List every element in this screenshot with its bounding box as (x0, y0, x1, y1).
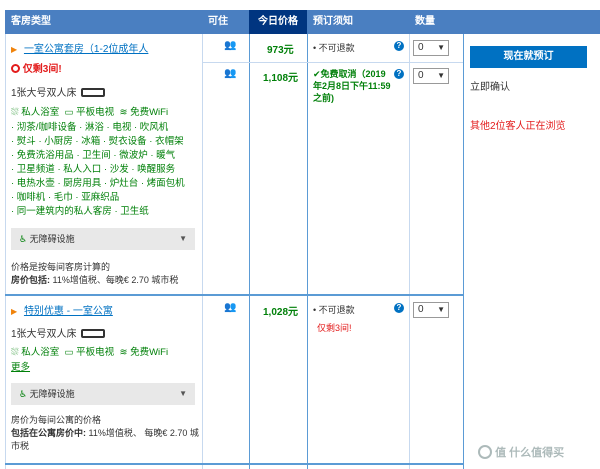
room1-scarcity: 仅剩3间! (11, 60, 62, 75)
help-icon[interactable]: ? (394, 303, 404, 313)
room2-bed: 1张大号双人床 (11, 325, 106, 340)
header-quantity: 数量 (415, 16, 435, 27)
room1-opt1-price: 973元 (267, 45, 294, 56)
room1-title-row[interactable]: ▶ 一室公寓套房（1-2位成年人 (11, 40, 148, 55)
room1-opt2-policy: ✔免费取消（2019年2月8日下午11:59之前) (313, 69, 391, 103)
room1-opt1-policy: • 不可退款 (313, 43, 355, 53)
room2-more-link[interactable]: 更多 (11, 361, 30, 375)
tv-icon: ▭ (64, 107, 74, 118)
header-right-blank (463, 10, 600, 34)
help-icon[interactable]: ? (394, 69, 404, 79)
wheelchair-icon: ♿ (19, 234, 28, 244)
viewing-notice: 其他2位客人正在浏览 (470, 121, 566, 132)
room1-bed-label: 1张大号双人床 (11, 88, 77, 99)
room1-opt2-qty-select[interactable]: 0 ▼ (413, 68, 449, 84)
expand-triangle-icon: ▶ (11, 307, 18, 316)
table-header: 客房类型 可住 今日价格 预订须知 数量 (5, 10, 463, 34)
room2-price-info: 房价为每间公寓的价格 包括在公寓房价中: 11%增值税、 每晚€ 2.70 城市… (11, 415, 199, 451)
header-occupancy: 可住 (208, 16, 228, 27)
room2-opt1-scarcity: 仅剩3间! (317, 323, 352, 333)
room2-accessibility-dropdown[interactable]: ♿ 无障碍设施 ▼ (11, 383, 195, 405)
header-booking-notes: 预订须知 (313, 16, 353, 27)
room1-price-info: 价格是按每间客房计算的 房价包括: 11%增值税、每晚€ 2.70 城市税 (11, 262, 179, 285)
room2-main-facilities: ⛆ 私人浴室 ▭ 平板电视 ≋ 免费WiFi (11, 347, 169, 358)
room2-bed-label: 1张大号双人床 (11, 329, 77, 340)
bed-icon (81, 88, 106, 97)
shower-icon: ⛆ (11, 347, 19, 358)
wifi-icon: ≋ (119, 107, 128, 118)
room1-bed: 1张大号双人床 (11, 84, 106, 99)
wifi-icon: ≋ (119, 347, 128, 358)
room2-title-row[interactable]: ▶ 特别优惠 - 一室公寓 (11, 302, 113, 317)
chevron-down-icon: ▼ (179, 234, 187, 243)
tv-icon: ▭ (64, 347, 74, 358)
room2-title-link[interactable]: 特别优惠 - 一室公寓 (24, 306, 113, 317)
occupancy-2-persons-icon: 👥 (224, 40, 238, 51)
dropdown-arrow-icon: ▼ (437, 43, 445, 52)
room2-opt1-qty-select[interactable]: 0 ▼ (413, 302, 449, 318)
room1-opt1-qty-select[interactable]: 0 ▼ (413, 40, 449, 56)
occupancy-2-persons-icon: 👥 (224, 68, 238, 79)
header-room-type: 客房类型 (11, 16, 51, 27)
expand-triangle-icon: ▶ (11, 45, 18, 54)
wheelchair-icon: ♿ (19, 389, 28, 399)
header-today-price: 今日价格 (249, 10, 307, 34)
chevron-down-icon: ▼ (179, 389, 187, 398)
room2-opt1-price: 1,028元 (263, 307, 299, 318)
room1-main-facilities: ⛆ 私人浴室 ▭ 平板电视 ≋ 免费WiFi (11, 107, 169, 118)
occupancy-2-persons-icon: 👥 (224, 302, 238, 313)
book-now-button[interactable]: 现在就预订 (470, 46, 587, 68)
dropdown-arrow-icon: ▼ (437, 305, 445, 314)
shower-icon: ⛆ (11, 107, 19, 118)
room2-opt1-policy: • 不可退款 (313, 305, 355, 315)
clock-icon (11, 64, 20, 73)
room-table: 客房类型 可住 今日价格 预订须知 数量 ▶ 一室公寓套房（1-2位成年人 仅剩… (5, 10, 600, 469)
dropdown-arrow-icon: ▼ (437, 71, 445, 80)
checkmark-icon: ✔ (313, 69, 321, 79)
bed-icon (81, 329, 106, 338)
room1-accessibility-dropdown[interactable]: ♿ 无障碍设施 ▼ (11, 228, 195, 250)
instant-confirm-label: 立即确认 (470, 82, 510, 93)
watermark-logo-icon (478, 445, 492, 459)
help-icon[interactable]: ? (394, 41, 404, 51)
watermark: 值 什么值得买 (478, 444, 564, 460)
room1-opt2-price: 1,108元 (263, 73, 299, 84)
room1-title-link[interactable]: 一室公寓套房（1-2位成年人 (24, 44, 148, 55)
room1-facilities-list: · 沏茶/咖啡设备 · 淋浴 · 电视 · 吹风机 · 熨斗 · 小厨房 · 冰… (11, 122, 185, 217)
